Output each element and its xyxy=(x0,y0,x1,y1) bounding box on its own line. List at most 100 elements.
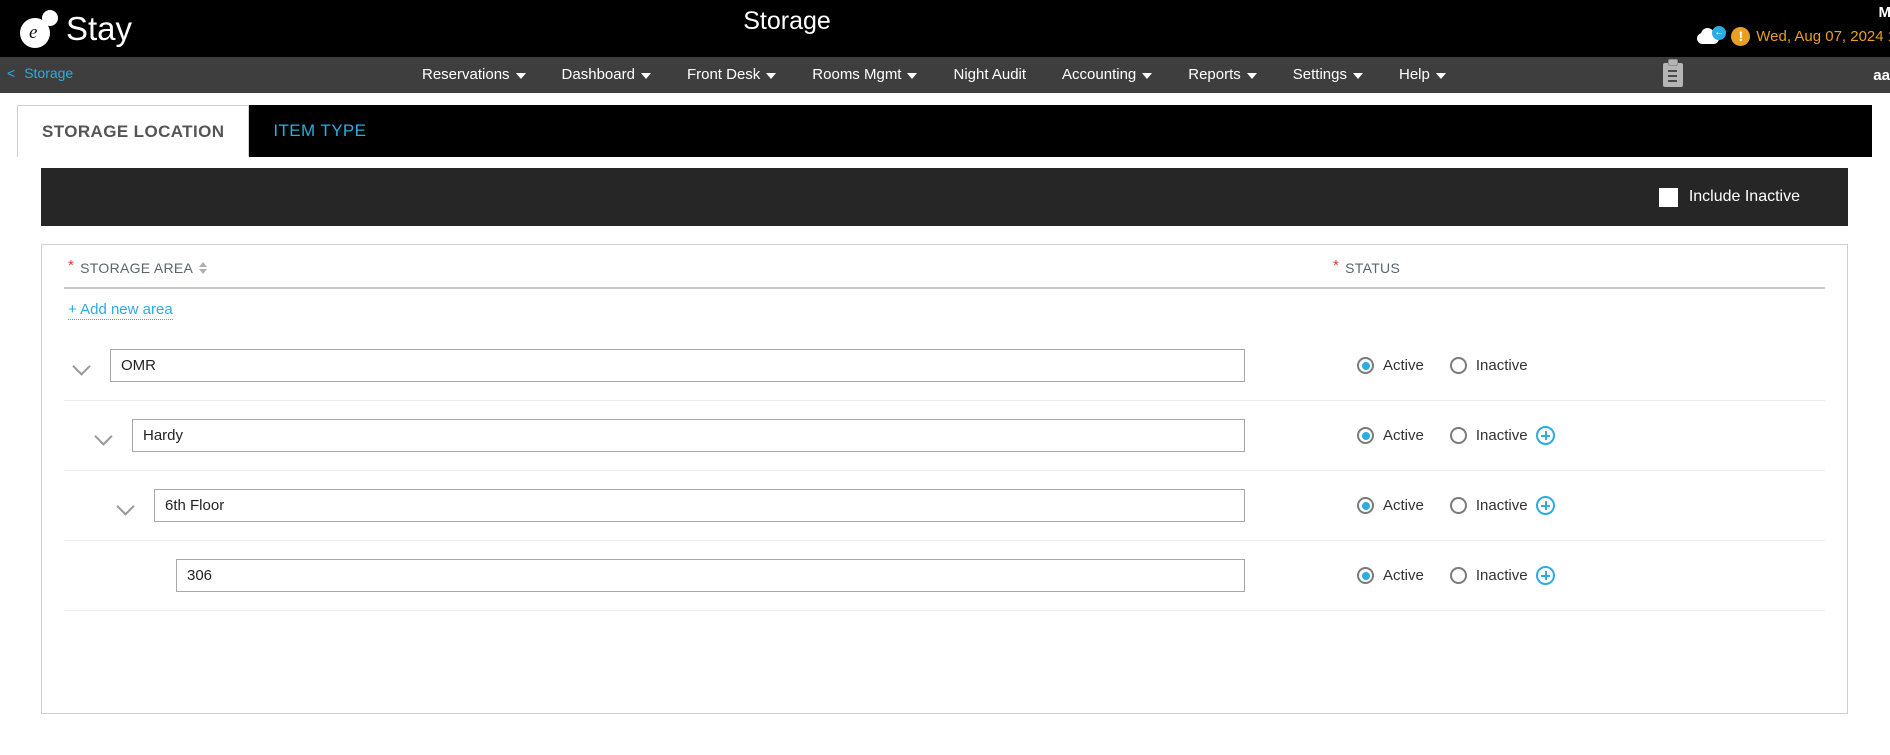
column-header-status: * STATUS xyxy=(1333,257,1401,276)
status-cell: Active Inactive xyxy=(1357,567,1528,584)
sort-icon[interactable] xyxy=(199,262,208,274)
status-active-radio[interactable]: Active xyxy=(1357,497,1424,514)
top-bar: e Stay Storage Manna ← ! Wed, Aug 07, 20… xyxy=(0,0,1890,57)
navbar-right: aadhav xyxy=(1663,57,1890,93)
include-inactive-checkbox[interactable]: Include Inactive xyxy=(1658,187,1800,207)
status-inactive-radio[interactable]: Inactive xyxy=(1449,427,1528,444)
nav-item-night-audit[interactable]: Night Audit xyxy=(935,57,1044,93)
add-child-location-icon[interactable] xyxy=(1536,426,1555,445)
radio-label: Active xyxy=(1383,567,1424,584)
brand-name: Stay xyxy=(66,10,133,47)
radio-button[interactable] xyxy=(1357,567,1374,584)
nav-label: Help xyxy=(1398,66,1430,83)
nav-item-help[interactable]: Help xyxy=(1381,57,1464,93)
nav-item-dashboard[interactable]: Dashboard xyxy=(544,57,669,93)
column-header-storage-area[interactable]: * STORAGE AREA xyxy=(68,257,208,276)
nav-label: Night Audit xyxy=(953,66,1027,83)
property-name: Manna xyxy=(1878,4,1890,21)
content-area: STORAGE LOCATION ITEM TYPE Include Inact… xyxy=(0,105,1890,755)
nav-label: Front Desk xyxy=(686,66,761,83)
nav-label: Dashboard xyxy=(561,66,635,83)
radio-button[interactable] xyxy=(1449,357,1467,374)
chevron-down-icon xyxy=(1435,73,1446,79)
radio-button[interactable] xyxy=(1357,357,1374,374)
radio-button[interactable] xyxy=(1449,497,1467,514)
nav-item-reservations[interactable]: Reservations xyxy=(404,57,544,93)
status-inactive-radio[interactable]: Inactive xyxy=(1449,567,1528,584)
chevron-down-icon xyxy=(640,73,651,79)
column-label: STATUS xyxy=(1345,260,1401,276)
radio-label: Inactive xyxy=(1475,497,1528,514)
include-inactive-label: Include Inactive xyxy=(1688,188,1800,205)
status-active-radio[interactable]: Active xyxy=(1357,567,1424,584)
chevron-down-icon xyxy=(1246,73,1257,79)
radio-button[interactable] xyxy=(1449,567,1467,584)
storage-area-input[interactable] xyxy=(132,419,1245,452)
table-row: Active Inactive xyxy=(64,331,1825,401)
tab-strip: STORAGE LOCATION ITEM TYPE xyxy=(17,105,1872,157)
nav-item-settings[interactable]: Settings xyxy=(1275,57,1381,93)
table-header: * STORAGE AREA * STATUS xyxy=(64,245,1825,289)
radio-label: Active xyxy=(1383,427,1424,444)
expand-collapse-chevron-icon[interactable] xyxy=(92,424,116,448)
chevron-down-icon xyxy=(1142,73,1153,79)
required-marker: * xyxy=(68,257,75,274)
nav-item-rooms-mgmt[interactable]: Rooms Mgmt xyxy=(794,57,935,93)
chevron-down-icon xyxy=(766,73,777,79)
status-cell: Active Inactive xyxy=(1357,497,1528,514)
nav-label: Settings xyxy=(1292,66,1347,83)
filter-toolbar: Include Inactive xyxy=(41,168,1848,226)
nav-label: Reservations xyxy=(422,66,510,83)
add-child-location-icon[interactable] xyxy=(1536,496,1555,515)
chevron-down-icon xyxy=(515,73,526,79)
status-inactive-radio[interactable]: Inactive xyxy=(1449,357,1528,374)
storage-area-input[interactable] xyxy=(110,349,1245,382)
expand-collapse-chevron-icon[interactable] xyxy=(114,494,138,518)
user-name: aadhav xyxy=(1873,66,1890,84)
radio-button[interactable] xyxy=(1449,427,1467,444)
storage-area-input[interactable] xyxy=(154,489,1245,522)
page-title-text: Storage xyxy=(743,7,831,35)
nav-item-accounting[interactable]: Accounting xyxy=(1044,57,1170,93)
breadcrumb[interactable]: < Storage xyxy=(7,65,73,81)
tab-item-type[interactable]: ITEM TYPE xyxy=(249,105,391,157)
table-row: Active Inactive xyxy=(64,471,1825,541)
radio-label: Inactive xyxy=(1475,567,1528,584)
warning-icon[interactable]: ! xyxy=(1731,26,1751,46)
status-inactive-radio[interactable]: Inactive xyxy=(1449,497,1528,514)
radio-label: Inactive xyxy=(1475,357,1528,374)
datetime-text: Wed, Aug 07, 2024 12:38 PM xyxy=(1756,27,1890,45)
status-active-radio[interactable]: Active xyxy=(1357,427,1424,444)
chevron-down-icon xyxy=(1352,73,1363,79)
brand-logo[interactable]: e Stay xyxy=(18,4,132,54)
add-new-area-link[interactable]: + Add new area xyxy=(68,301,173,320)
radio-button[interactable] xyxy=(1357,497,1374,514)
nav-item-front-desk[interactable]: Front Desk xyxy=(669,57,794,93)
status-active-radio[interactable]: Active xyxy=(1357,357,1424,374)
estay-logo-icon: e xyxy=(18,8,64,50)
cloud-sync-icon[interactable]: ← xyxy=(1695,26,1727,46)
status-cell: Active Inactive xyxy=(1357,427,1528,444)
app-page: e Stay Storage Manna ← ! Wed, Aug 07, 20… xyxy=(0,0,1890,755)
expand-collapse-chevron-icon[interactable] xyxy=(70,354,94,378)
radio-button[interactable] xyxy=(1357,427,1374,444)
tasks-clipboard-icon[interactable] xyxy=(1663,59,1684,87)
tab-storage-location[interactable]: STORAGE LOCATION xyxy=(17,105,250,157)
status-datetime: ← ! Wed, Aug 07, 2024 12:38 PM xyxy=(1695,26,1890,46)
storage-area-input[interactable] xyxy=(176,559,1245,592)
user-menu[interactable]: aadhav xyxy=(1873,67,1890,84)
expand-collapse-chevron-icon xyxy=(136,564,160,588)
nav-item-reports[interactable]: Reports xyxy=(1170,57,1275,93)
nav-label: Rooms Mgmt xyxy=(812,66,902,83)
nav-label: Accounting xyxy=(1062,66,1137,83)
add-child-location-icon[interactable] xyxy=(1536,566,1555,585)
table-row: Active Inactive xyxy=(64,401,1825,471)
back-arrow-icon[interactable]: < xyxy=(7,65,15,81)
column-label: STORAGE AREA xyxy=(80,260,194,276)
required-marker: * xyxy=(1333,257,1340,274)
checkbox-box[interactable] xyxy=(1658,187,1678,207)
breadcrumb-label[interactable]: Storage xyxy=(24,65,73,81)
tab-label: STORAGE LOCATION xyxy=(42,121,225,141)
page-title: Storage xyxy=(0,7,1890,36)
radio-label: Inactive xyxy=(1475,427,1528,444)
